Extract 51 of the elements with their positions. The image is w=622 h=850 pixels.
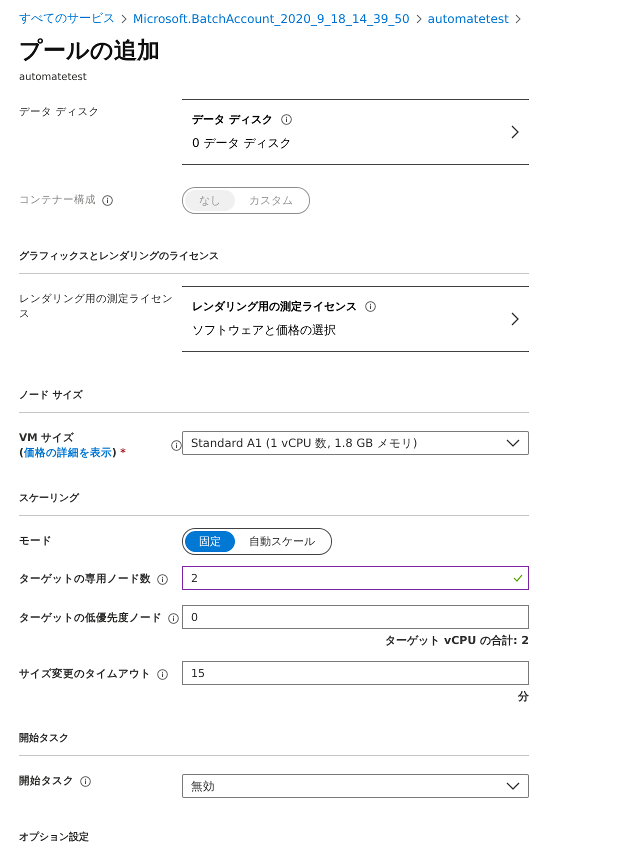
toggle-option[interactable]: 自動スケール — [235, 531, 329, 552]
input-field[interactable]: 15 — [182, 661, 529, 685]
required-mark: * — [119, 446, 126, 459]
breadcrumb-link[interactable]: Microsoft.BatchAccount_2020_9_18_14_39_50 — [133, 12, 410, 26]
info-icon[interactable] — [80, 776, 91, 787]
chevron-icon — [511, 312, 519, 326]
section-heading: 開始タスク — [19, 717, 529, 756]
section-heading: ノード サイズ — [19, 374, 529, 413]
field-label: ターゲットの低優先度ノード — [19, 611, 162, 626]
field-label: コンテナー構成 — [19, 193, 96, 208]
field-label: ターゲットの専用ノード数 — [19, 572, 151, 587]
input-field[interactable]: 0 — [182, 605, 529, 629]
chevron-down-icon — [506, 439, 520, 447]
breadcrumb-link[interactable]: すべてのサービス — [19, 10, 115, 27]
info-icon[interactable] — [157, 668, 168, 680]
info-icon[interactable] — [168, 612, 179, 624]
section-heading: オプション設定 — [19, 816, 529, 850]
section-heading: スケーリング — [19, 477, 529, 516]
info-icon[interactable] — [280, 114, 292, 125]
field-note: 分 — [517, 689, 529, 704]
field-label: VM サイズ (価格の詳細を表示) * — [19, 431, 127, 460]
chevron-down-icon — [506, 782, 520, 790]
field-label: 開始タスク — [19, 774, 74, 789]
chevron-icon — [511, 125, 519, 139]
field-label: サイズ変更のタイムアウト — [19, 667, 151, 682]
info-icon[interactable] — [157, 574, 168, 585]
field-label: データ ディスク — [19, 105, 100, 120]
input-field[interactable]: 2 — [182, 566, 529, 590]
card-title: データ ディスク — [192, 112, 273, 127]
chevron-icon — [121, 14, 127, 24]
info-icon[interactable] — [171, 440, 182, 452]
chevron-icon — [514, 14, 521, 24]
pricing-link[interactable]: 価格の詳細を表示 — [24, 446, 112, 459]
card-value: 0 データ ディスク — [192, 135, 292, 152]
info-icon[interactable] — [365, 301, 376, 312]
page-subtitle: automatetest — [19, 72, 88, 83]
checkmark-icon — [513, 574, 523, 582]
card-value: ソフトウェアと価格の選択 — [192, 322, 337, 339]
settings-card[interactable]: レンダリング用の測定ライセンス ソフトウェアと価格の選択 — [182, 286, 529, 352]
field-label: モード — [19, 534, 52, 549]
breadcrumb-link[interactable]: automatetest — [428, 12, 509, 26]
toggle-option[interactable]: 固定 — [185, 531, 235, 552]
chevron-icon — [416, 14, 422, 24]
section-heading: グラフィックスとレンダリングのライセンス — [19, 235, 529, 274]
settings-card[interactable]: データ ディスク 0 データ ディスク — [182, 99, 529, 165]
card-title: レンダリング用の測定ライセンス — [192, 299, 357, 314]
page-title: プールの追加 — [19, 37, 161, 66]
dropdown[interactable]: Standard A1 (1 vCPU 数, 1.8 GB メモリ) — [182, 431, 529, 455]
field-note: ターゲット vCPU の合計: 2 — [384, 633, 529, 648]
dropdown[interactable]: 無効 — [182, 774, 529, 798]
field-label: レンダリング用の測定ライセンス — [19, 292, 174, 322]
